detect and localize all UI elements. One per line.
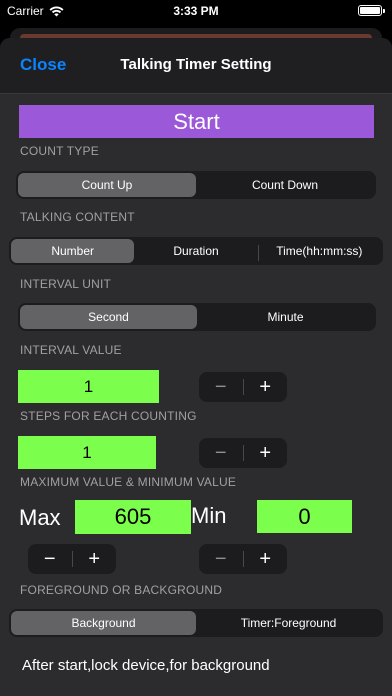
interval-value-stepper: − +	[199, 372, 287, 402]
count-type-segmented: Count Up Count Down	[16, 171, 376, 199]
status-time: 3:33 PM	[173, 4, 219, 18]
start-button[interactable]: Start	[19, 105, 374, 138]
segment-minute[interactable]: Minute	[197, 305, 374, 329]
min-value-field[interactable]: 0	[257, 500, 352, 533]
steps-value-field[interactable]: 1	[18, 436, 156, 469]
battery-icon	[358, 5, 385, 16]
steps-label: STEPS FOR EACH COUNTING	[20, 409, 197, 423]
fg-bg-label: FOREGROUND OR BACKGROUND	[20, 583, 223, 597]
settings-sheet: Close Talking Timer Setting Start COUNT …	[0, 38, 392, 696]
background-hint-text: After start,lock device,for background	[22, 657, 270, 674]
min-decrement-button[interactable]: −	[199, 544, 243, 574]
min-increment-button[interactable]: +	[244, 544, 288, 574]
min-stepper: − +	[199, 544, 287, 574]
interval-increment-button[interactable]: +	[244, 372, 288, 402]
talking-content-label: TALKING CONTENT	[20, 210, 135, 224]
max-decrement-button[interactable]: −	[28, 544, 72, 574]
interval-unit-segmented: Second Minute	[18, 303, 376, 331]
status-bar: Carrier 3:33 PM	[0, 0, 392, 22]
interval-decrement-button[interactable]: −	[199, 372, 243, 402]
segment-second[interactable]: Second	[20, 305, 197, 329]
segment-timer-foreground[interactable]: Timer:Foreground	[196, 611, 381, 635]
steps-stepper: − +	[199, 438, 287, 468]
interval-value-label: INTERVAL VALUE	[20, 343, 122, 357]
max-label: Max	[19, 505, 61, 530]
segment-duration[interactable]: Duration	[134, 239, 257, 263]
count-type-label: COUNT TYPE	[20, 144, 99, 158]
segment-background[interactable]: Background	[11, 611, 196, 635]
segment-time[interactable]: Time(hh:mm:ss)	[257, 239, 381, 263]
segment-number[interactable]: Number	[11, 239, 135, 263]
segment-count-up[interactable]: Count Up	[18, 173, 196, 197]
nav-bar: Close Talking Timer Setting	[0, 38, 392, 94]
page-title: Talking Timer Setting	[120, 56, 272, 73]
talking-content-segmented: Number Duration Time(hh:mm:ss)	[9, 237, 383, 265]
steps-increment-button[interactable]: +	[244, 438, 288, 468]
interval-value-field[interactable]: 1	[18, 370, 159, 403]
max-increment-button[interactable]: +	[73, 544, 117, 574]
interval-unit-label: INTERVAL UNIT	[20, 277, 112, 291]
steps-decrement-button[interactable]: −	[199, 438, 243, 468]
fg-bg-segmented: Background Timer:Foreground	[9, 609, 383, 637]
min-label: Min	[191, 503, 227, 528]
max-value-field[interactable]: 605	[75, 500, 191, 534]
max-stepper: − +	[28, 544, 116, 574]
max-min-label: MAXIMUM VALUE & MINIMUM VALUE	[20, 475, 237, 489]
segment-count-down[interactable]: Count Down	[196, 173, 374, 197]
